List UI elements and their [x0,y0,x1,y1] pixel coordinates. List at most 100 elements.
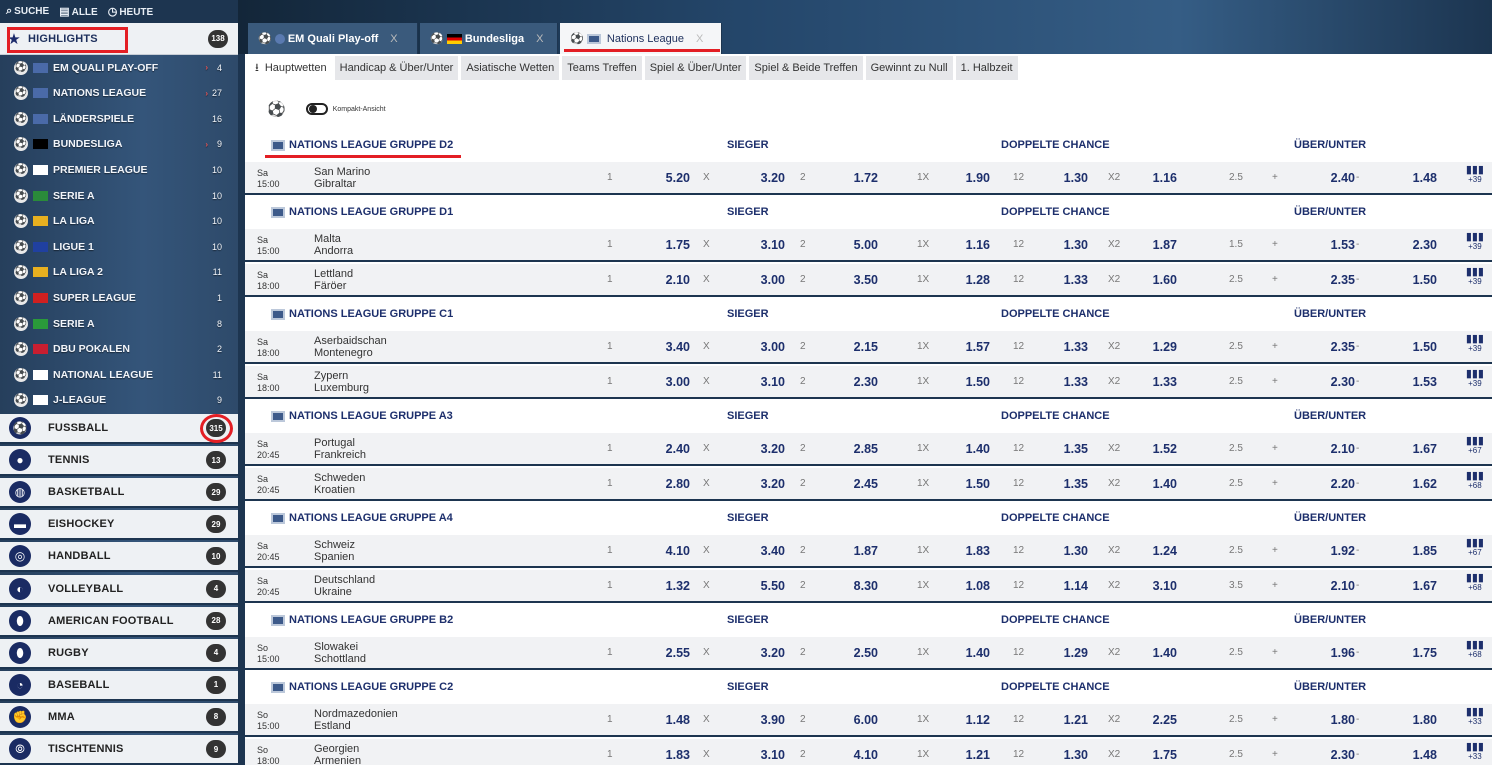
market-tab[interactable]: Gewinnt zu Null [865,56,953,80]
match-teams[interactable]: San Marino Gibraltar [314,166,370,190]
match-teams[interactable]: Lettland Färöer [314,268,353,292]
group-name[interactable]: NATIONS LEAGUE GRUPPE A4 [289,512,453,524]
odds-button[interactable]: 1.29 [1137,340,1177,354]
odds-button[interactable]: 1.75 [1397,646,1437,660]
odds-button[interactable]: 4.10 [838,748,878,762]
odds-button[interactable]: 1.14 [1048,579,1088,593]
odds-button[interactable]: 3.90 [745,713,785,727]
odds-button[interactable]: 2.85 [838,442,878,456]
sidebar-league-item[interactable]: ⚽ NATIONS LEAGUE › 27 [0,81,238,106]
sidebar-sport-item[interactable]: ◍ BASKETBALL 29 [0,478,238,509]
today-button[interactable]: ◷ HEUTE [108,5,154,18]
odds-button[interactable]: 1.87 [1137,238,1177,252]
odds-button[interactable]: 1.21 [950,748,990,762]
odds-button[interactable]: 3.10 [745,748,785,762]
match-teams[interactable]: Zypern Luxemburg [314,370,369,394]
more-markets-button[interactable]: ▮▮▮ +33 [1466,742,1484,762]
sidebar-sport-item[interactable]: ▬ EISHOCKEY 29 [0,510,238,541]
odds-button[interactable]: 3.20 [745,171,785,185]
odds-button[interactable]: 1.67 [1397,579,1437,593]
odds-button[interactable]: 2.40 [1315,171,1355,185]
sidebar-league-item[interactable]: ⚽ J-LEAGUE 9 [0,388,238,413]
odds-button[interactable]: 2.30 [1315,375,1355,389]
odds-button[interactable]: 6.00 [838,713,878,727]
odds-button[interactable]: 1.83 [950,544,990,558]
odds-button[interactable]: 2.20 [1315,477,1355,491]
market-tab[interactable]: Handicap & Über/Unter [334,56,459,80]
sidebar-league-item[interactable]: ⚽ LA LIGA 2 11 [0,260,238,285]
group-name[interactable]: NATIONS LEAGUE GRUPPE A3 [289,410,453,422]
odds-button[interactable]: 5.50 [745,579,785,593]
odds-button[interactable]: 1.33 [1137,375,1177,389]
sidebar-sport-item[interactable]: ⬮ AMERICAN FOOTBALL 28 [0,606,238,637]
odds-button[interactable]: 3.10 [1137,579,1177,593]
odds-button[interactable]: 1.72 [838,171,878,185]
odds-button[interactable]: 1.40 [950,646,990,660]
match-teams[interactable]: Schweden Kroatien [314,472,365,496]
odds-button[interactable]: 1.57 [950,340,990,354]
odds-button[interactable]: 1.50 [950,375,990,389]
match-teams[interactable]: Georgien Armenien [314,743,361,765]
odds-button[interactable]: 1.28 [950,273,990,287]
sidebar-league-item[interactable]: ⚽ PREMIER LEAGUE 10 [0,157,238,182]
tab-bundesliga[interactable]: ⚽ Bundesliga X [420,23,558,54]
odds-button[interactable]: 1.35 [1048,477,1088,491]
odds-button[interactable]: 1.48 [1397,171,1437,185]
odds-button[interactable]: 2.50 [838,646,878,660]
odds-button[interactable]: 1.48 [1397,748,1437,762]
sidebar-league-item[interactable]: ⚽ BUNDESLIGA › 9 [0,132,238,157]
odds-button[interactable]: 1.30 [1048,748,1088,762]
odds-button[interactable]: 1.35 [1048,442,1088,456]
more-markets-button[interactable]: ▮▮▮ +33 [1466,707,1484,727]
odds-button[interactable]: 2.45 [838,477,878,491]
sidebar-league-item[interactable]: ⚽ LIGUE 1 10 [0,234,238,259]
group-name[interactable]: NATIONS LEAGUE GRUPPE C2 [289,681,453,693]
odds-button[interactable]: 1.83 [650,748,690,762]
odds-button[interactable]: 2.30 [838,375,878,389]
odds-button[interactable]: 1.62 [1397,477,1437,491]
sidebar-league-item[interactable]: ⚽ SERIE A 10 [0,183,238,208]
odds-button[interactable]: 1.40 [1137,646,1177,660]
more-markets-button[interactable]: ▮▮▮ +67 [1466,436,1484,456]
close-icon[interactable]: X [390,33,397,45]
odds-button[interactable]: 1.16 [950,238,990,252]
odds-button[interactable]: 3.10 [745,375,785,389]
sidebar-league-item[interactable]: ⚽ DBU POKALEN 2 [0,337,238,362]
sidebar-league-item[interactable]: ⚽ LÄNDERSPIELE 16 [0,106,238,131]
odds-button[interactable]: 2.10 [650,273,690,287]
sidebar-sport-item[interactable]: ⦾ TISCHTENNIS 9 [0,735,238,765]
odds-button[interactable]: 1.96 [1315,646,1355,660]
match-teams[interactable]: Deutschland Ukraine [314,574,375,598]
odds-button[interactable]: 1.40 [1137,477,1177,491]
more-markets-button[interactable]: ▮▮▮ +39 [1466,267,1484,287]
group-name[interactable]: NATIONS LEAGUE GRUPPE D2 [289,139,453,151]
odds-button[interactable]: 1.87 [838,544,878,558]
odds-button[interactable]: 1.60 [1137,273,1177,287]
odds-button[interactable]: 3.40 [745,544,785,558]
odds-button[interactable]: 3.50 [838,273,878,287]
odds-button[interactable]: 1.75 [650,238,690,252]
odds-button[interactable]: 1.32 [650,579,690,593]
match-teams[interactable]: Malta Andorra [314,233,353,257]
close-icon[interactable]: X [696,33,703,45]
compact-toggle[interactable] [305,103,328,115]
match-teams[interactable]: Slowakei Schottland [314,641,366,665]
odds-button[interactable]: 5.00 [838,238,878,252]
more-markets-button[interactable]: ▮▮▮ +68 [1466,640,1484,660]
more-markets-button[interactable]: ▮▮▮ +68 [1466,471,1484,491]
market-tab[interactable]: Spiel & Beide Treffen [749,56,863,80]
odds-button[interactable]: 3.00 [745,273,785,287]
odds-button[interactable]: 1.40 [950,442,990,456]
market-tab[interactable]: Asiatische Wetten [461,56,560,80]
odds-button[interactable]: 1.53 [1397,375,1437,389]
odds-button[interactable]: 4.10 [650,544,690,558]
odds-button[interactable]: 1.16 [1137,171,1177,185]
market-tab[interactable]: ⭳ Hauptwetten [250,56,332,80]
odds-button[interactable]: 2.10 [1315,579,1355,593]
odds-button[interactable]: 3.10 [745,238,785,252]
odds-button[interactable]: 1.29 [1048,646,1088,660]
more-markets-button[interactable]: ▮▮▮ +67 [1466,538,1484,558]
more-markets-button[interactable]: ▮▮▮ +39 [1466,232,1484,252]
match-teams[interactable]: Portugal Frankreich [314,437,366,461]
odds-button[interactable]: 3.20 [745,477,785,491]
